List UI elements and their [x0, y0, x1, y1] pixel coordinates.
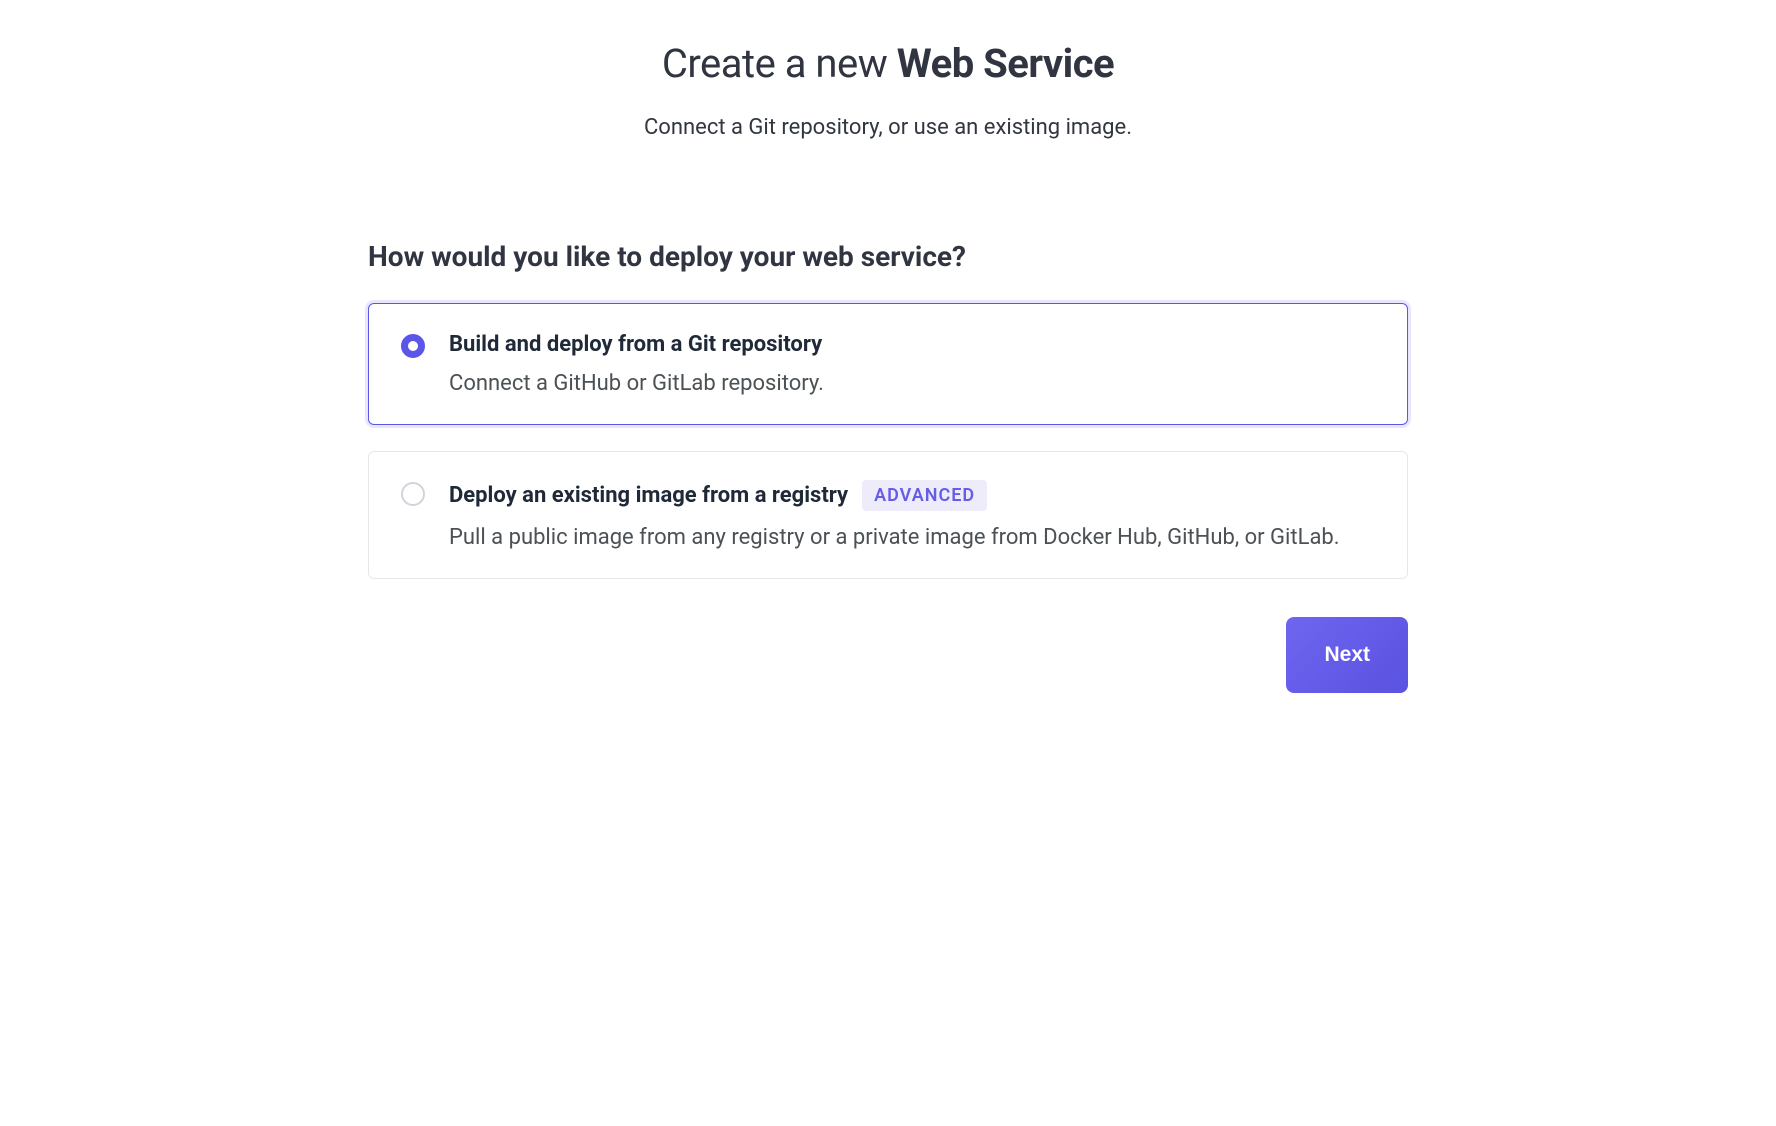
option-content: Build and deploy from a Git repository C…	[449, 332, 1375, 396]
option-title: Deploy an existing image from a registry	[449, 483, 848, 508]
next-button[interactable]: Next	[1286, 617, 1408, 693]
page-title-prefix: Create a new	[662, 40, 897, 87]
option-description: Pull a public image from any registry or…	[449, 525, 1375, 550]
page-title: Create a new Web Service	[368, 40, 1408, 87]
radio-indicator-unselected-icon	[401, 482, 425, 506]
section-heading: How would you like to deploy your web se…	[368, 240, 1408, 273]
option-description: Connect a GitHub or GitLab repository.	[449, 371, 1375, 396]
page-title-bold: Web Service	[897, 40, 1114, 87]
option-git-repository[interactable]: Build and deploy from a Git repository C…	[368, 303, 1408, 425]
footer: Next	[368, 617, 1408, 693]
option-content: Deploy an existing image from a registry…	[449, 480, 1375, 550]
page-header: Create a new Web Service Connect a Git r…	[368, 40, 1408, 140]
radio-indicator-selected-icon	[401, 334, 425, 358]
option-title-row: Deploy an existing image from a registry…	[449, 480, 1375, 511]
option-title: Build and deploy from a Git repository	[449, 332, 822, 357]
option-title-row: Build and deploy from a Git repository	[449, 332, 1375, 357]
advanced-badge: ADVANCED	[862, 480, 987, 511]
page-subtitle: Connect a Git repository, or use an exis…	[368, 115, 1408, 140]
option-existing-image[interactable]: Deploy an existing image from a registry…	[368, 451, 1408, 579]
